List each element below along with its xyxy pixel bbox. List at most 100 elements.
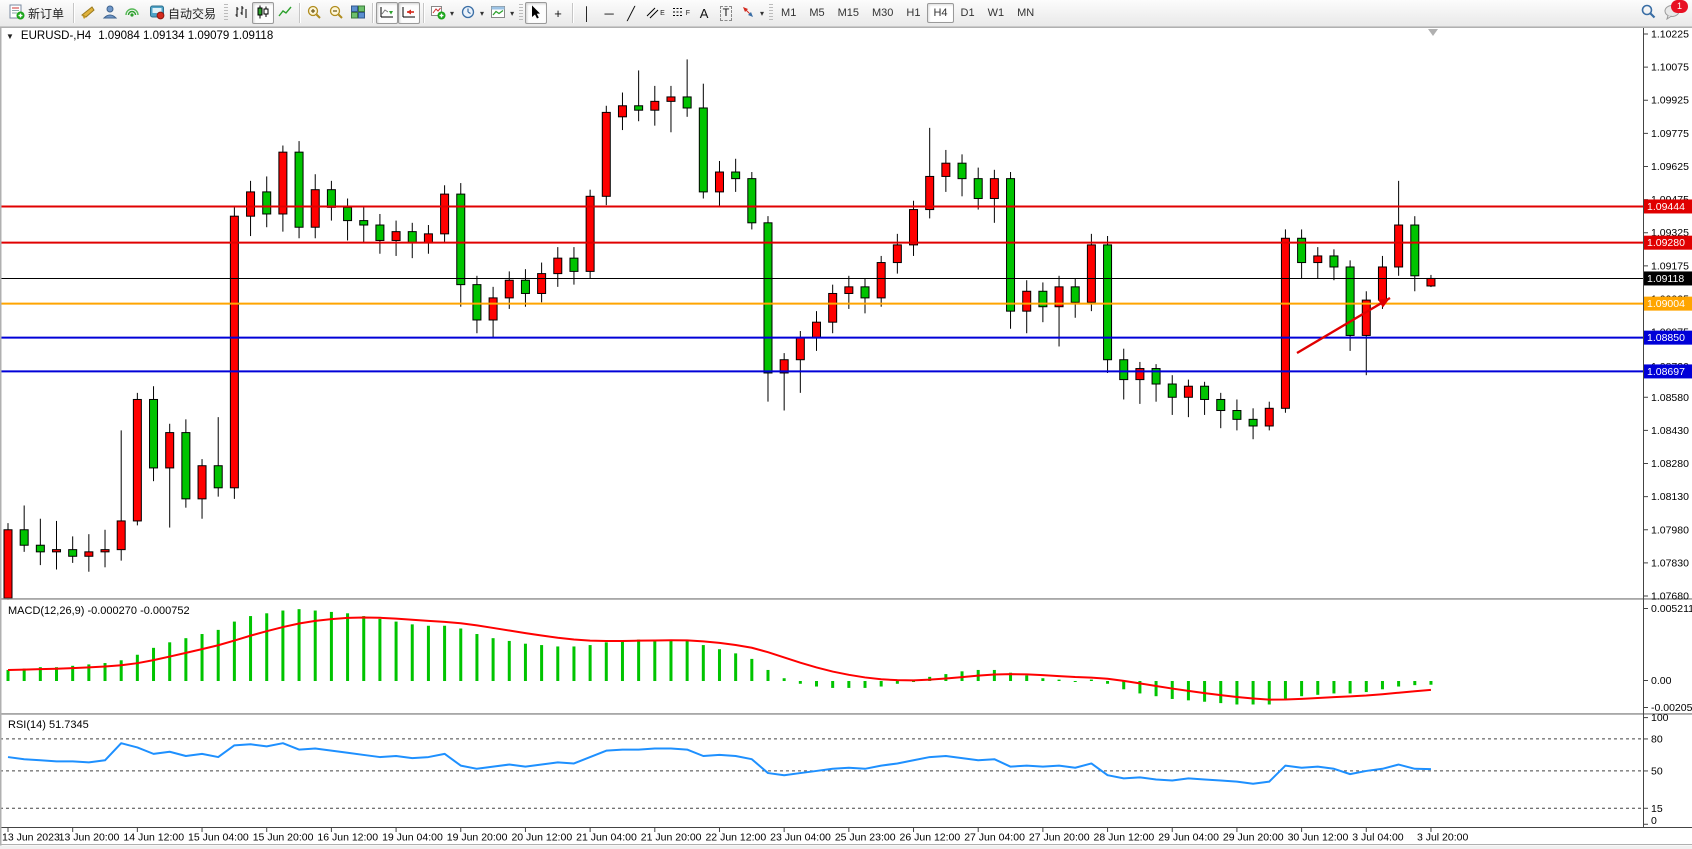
crosshair-tool-button[interactable]: + (547, 2, 569, 24)
zoom-out-button[interactable] (325, 2, 347, 24)
chart-window[interactable]: 1.102251.100751.099251.097751.096251.094… (0, 27, 1692, 849)
candle-body (990, 179, 998, 199)
macd-bar (168, 642, 171, 681)
macd-bar (815, 681, 818, 687)
signal-icon (124, 4, 140, 23)
candle-body (618, 106, 626, 117)
new-order-label: 新订单 (28, 5, 64, 22)
symbol-dropdown-icon[interactable]: ▼ (6, 32, 14, 41)
toolbar-grip (769, 4, 773, 22)
macd-bar (1090, 680, 1093, 681)
search-button[interactable] (1637, 2, 1660, 24)
tab-timeframe-M30[interactable]: M30 (866, 3, 899, 23)
chevron-down-icon[interactable]: ▾ (760, 9, 764, 18)
time-tick-label: 29 Jun 20:00 (1223, 832, 1284, 844)
notifications-button[interactable]: 1 (1660, 2, 1684, 24)
macd-bar (1397, 681, 1400, 687)
candlestick-chart-button[interactable] (252, 2, 274, 24)
time-tick-label: 28 Jun 12:00 (1094, 832, 1155, 844)
chevron-down-icon[interactable]: ▾ (510, 9, 514, 18)
candle-body (974, 179, 982, 199)
zoom-in-button[interactable] (303, 2, 325, 24)
macd-bar (1106, 681, 1109, 684)
candlestick-chart-icon (255, 4, 271, 23)
candle-body (861, 287, 869, 298)
chart-canvas[interactable]: 1.102251.100751.099251.097751.096251.094… (0, 27, 1692, 849)
candle-body (36, 545, 44, 552)
macd-bar (1155, 681, 1158, 696)
macd-bar (1381, 681, 1384, 689)
auto-trading-label: 自动交易 (168, 5, 216, 22)
tab-timeframe-M5[interactable]: M5 (803, 3, 830, 23)
time-tick-label: 22 Jun 12:00 (705, 832, 766, 844)
candle-body (764, 223, 772, 373)
tab-timeframe-H4[interactable]: H4 (927, 3, 953, 23)
text-label-tool-button[interactable]: T (715, 2, 737, 24)
cursor-icon (528, 4, 544, 23)
candle-body (829, 293, 837, 322)
candle-body (877, 263, 885, 298)
chevron-down-icon[interactable]: ▾ (450, 9, 454, 18)
macd-bar (1074, 681, 1077, 682)
channel-tool-button[interactable]: E (642, 2, 668, 24)
auto-scroll-button[interactable] (376, 2, 398, 24)
chart-shift-button[interactable] (398, 2, 420, 24)
time-tick-label: 3 Jul 20:00 (1417, 832, 1469, 844)
toolbar-separator (372, 3, 373, 23)
toolbar-separator (73, 3, 74, 23)
candle-body (1330, 256, 1338, 267)
candle-body (295, 152, 303, 227)
price-tag-label: 1.08697 (1647, 366, 1685, 378)
line-chart-button[interactable] (274, 2, 296, 24)
macd-bar (540, 645, 543, 681)
candle-body (683, 97, 691, 108)
new-order-button[interactable]: 新订单 (3, 2, 70, 24)
trendline-tool-button[interactable]: ╱ (620, 2, 642, 24)
auto-trading-button[interactable]: 自动交易 (143, 2, 222, 24)
macd-bar (1058, 680, 1061, 681)
tab-timeframe-MN[interactable]: MN (1011, 3, 1040, 23)
periods-button[interactable]: ▾ (457, 2, 487, 24)
search-icon (1640, 3, 1657, 23)
candle-body (1201, 386, 1209, 399)
chevron-down-icon[interactable]: ▾ (480, 9, 484, 18)
macd-bar (1252, 681, 1255, 704)
main-toolbar: 新订单 自动交易 ▾ ▾ (0, 0, 1692, 27)
candle-body (586, 196, 594, 271)
tab-timeframe-M1[interactable]: M1 (775, 3, 802, 23)
macd-bar (7, 670, 10, 681)
cursor-tool-button[interactable] (525, 2, 547, 24)
price-tick-label: 1.09625 (1651, 161, 1689, 173)
candle-body (602, 112, 610, 196)
community-button[interactable] (99, 2, 121, 24)
vertical-line-tool-button[interactable]: │ (576, 2, 598, 24)
tab-timeframe-H1[interactable]: H1 (900, 3, 926, 23)
tab-timeframe-D1[interactable]: D1 (955, 3, 981, 23)
templates-button[interactable]: ▾ (487, 2, 517, 24)
macd-bar (184, 638, 187, 681)
text-tool-button[interactable]: A (693, 2, 715, 24)
macd-bar (718, 649, 721, 681)
tile-windows-button[interactable] (347, 2, 369, 24)
macd-bar (330, 612, 333, 681)
tab-timeframe-W1[interactable]: W1 (982, 3, 1011, 23)
macd-bar (475, 634, 478, 681)
toolbar-grip (519, 4, 523, 22)
signal-button[interactable] (121, 2, 143, 24)
indicators-button[interactable]: ▾ (427, 2, 457, 24)
candle-body (424, 234, 432, 243)
rsi-axis-label: 100 (1651, 712, 1669, 724)
tab-timeframe-M15[interactable]: M15 (832, 3, 865, 23)
price-tag-label: 1.09004 (1647, 298, 1685, 310)
horizontal-line-tool-button[interactable]: ─ (598, 2, 620, 24)
candle-body (699, 108, 707, 192)
line-chart-icon (277, 4, 293, 23)
clock-icon (460, 4, 476, 23)
candle-body (214, 466, 222, 488)
fibonacci-tool-button[interactable]: F (668, 2, 693, 24)
bar-chart-button[interactable] (230, 2, 252, 24)
macd-bar (395, 622, 398, 681)
time-tick-label: 21 Jun 04:00 (576, 832, 637, 844)
arrows-tool-button[interactable]: ▾ (737, 2, 767, 24)
announcement-button[interactable] (77, 2, 99, 24)
